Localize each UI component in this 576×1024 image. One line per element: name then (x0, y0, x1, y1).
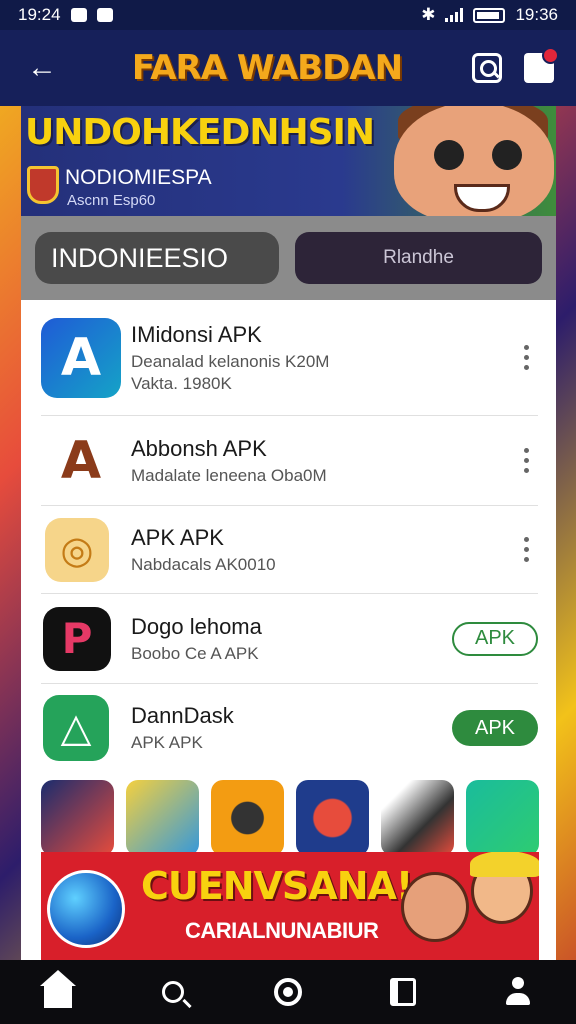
message-icon (70, 8, 87, 22)
globe-icon (47, 870, 125, 948)
nav-home[interactable] (34, 968, 82, 1016)
strip-app-icon[interactable] (126, 780, 199, 856)
app-logo-icon: ◎ (45, 517, 109, 582)
character-face (394, 106, 554, 216)
back-arrow-icon[interactable]: ← (22, 48, 62, 88)
app-title: FARA WABDAN (131, 48, 403, 88)
tab-indonesia[interactable]: INDONIEESIO (35, 232, 279, 284)
main-panel: UNDOHKEDNHSIN NODIOMIESPA Ascnn Esp60 IN… (21, 106, 556, 960)
discover-icon (273, 978, 302, 1006)
profile-icon (504, 977, 532, 1007)
promo-title: CUENVSANA! (141, 864, 413, 908)
list-item[interactable]: △ DannDask APK APK APK (41, 684, 538, 772)
bottom-nav (0, 960, 576, 1024)
list-item[interactable]: A Abbonsh APK Madalate leneena Oba0M (41, 416, 538, 506)
status-time-right: 19:36 (515, 5, 558, 24)
strip-app-icon[interactable] (296, 780, 369, 856)
list-item[interactable]: ◎ APK APK Nabdacals AK0010 (41, 506, 538, 594)
app-meta: Vakta. 1980K (131, 373, 232, 393)
strip-app-icon[interactable] (466, 780, 539, 856)
app-logo-icon: A (41, 420, 121, 501)
search-icon[interactable] (472, 53, 502, 83)
app-name: Abbonsh APK (131, 435, 267, 461)
character-illustration (401, 872, 469, 942)
app-name: APK APK (131, 524, 224, 550)
app-desc: Madalate leneena Oba0M (131, 465, 327, 485)
strip-app-icon[interactable] (381, 780, 454, 856)
app-logo-icon: P (43, 606, 111, 671)
character-illustration (470, 852, 539, 924)
banner-caption: Ascnn Esp60 (67, 192, 156, 209)
apk-button[interactable]: APK (452, 621, 538, 656)
app-notification-icon (96, 8, 113, 22)
status-time-left: 19:24 (18, 5, 61, 24)
strip-app-icon[interactable] (211, 780, 284, 856)
crest-icon (27, 166, 59, 204)
app-desc: Boobo Ce A APK (131, 643, 259, 663)
tab-alt[interactable]: Rlandhe (295, 232, 542, 284)
more-menu-icon[interactable] (514, 345, 538, 370)
app-name: Dogo lehoma (131, 613, 262, 639)
app-list: A IMidonsi APK Deanalad kelanonis K20M V… (21, 300, 556, 772)
app-logo-icon: A (41, 317, 121, 398)
nav-library[interactable] (379, 968, 427, 1016)
nav-discover[interactable] (264, 968, 312, 1016)
banner-subtitle: NODIOMIESPA (65, 166, 212, 189)
nav-profile[interactable] (494, 968, 542, 1016)
app-desc: Deanalad kelanonis K20M (131, 351, 330, 371)
app-desc: Nabdacals AK0010 (131, 554, 276, 574)
app-desc: APK APK (131, 733, 203, 752)
list-item[interactable]: A IMidonsi APK Deanalad kelanonis K20M V… (41, 300, 538, 416)
apk-button[interactable]: APK (452, 710, 538, 746)
strip-app-icon[interactable] (41, 780, 114, 856)
promo-subtitle: CARIALNUNABIUR (185, 918, 379, 943)
status-bar: 19:24 ✱ 19:36 (0, 0, 576, 30)
app-name: IMidonsi APK (131, 321, 262, 347)
more-menu-icon[interactable] (514, 537, 538, 562)
icon-strip (21, 772, 556, 856)
app-name: DannDask (131, 703, 234, 728)
bluetooth-icon: ✱ (421, 5, 436, 24)
list-item[interactable]: P Dogo lehoma Boobo Ce A APK APK (41, 594, 538, 684)
battery-icon (473, 7, 506, 23)
more-menu-icon[interactable] (514, 448, 538, 473)
app-bar: ← FARA WABDAN (0, 30, 576, 106)
search-icon (161, 981, 184, 1003)
home-icon (39, 970, 76, 1008)
tab-row: INDONIEESIO Rlandhe (21, 216, 556, 300)
nav-search[interactable] (149, 968, 197, 1016)
promo-banner[interactable]: CUENVSANA! CARIALNUNABIUR (41, 852, 539, 960)
app-logo-icon: △ (43, 695, 109, 761)
signal-icon (445, 8, 464, 22)
hero-banner[interactable]: UNDOHKEDNHSIN NODIOMIESPA Ascnn Esp60 (21, 106, 556, 216)
banner-title: UNDOHKEDNHSIN (25, 112, 375, 153)
library-icon (390, 978, 417, 1006)
notification-icon[interactable] (524, 47, 559, 83)
